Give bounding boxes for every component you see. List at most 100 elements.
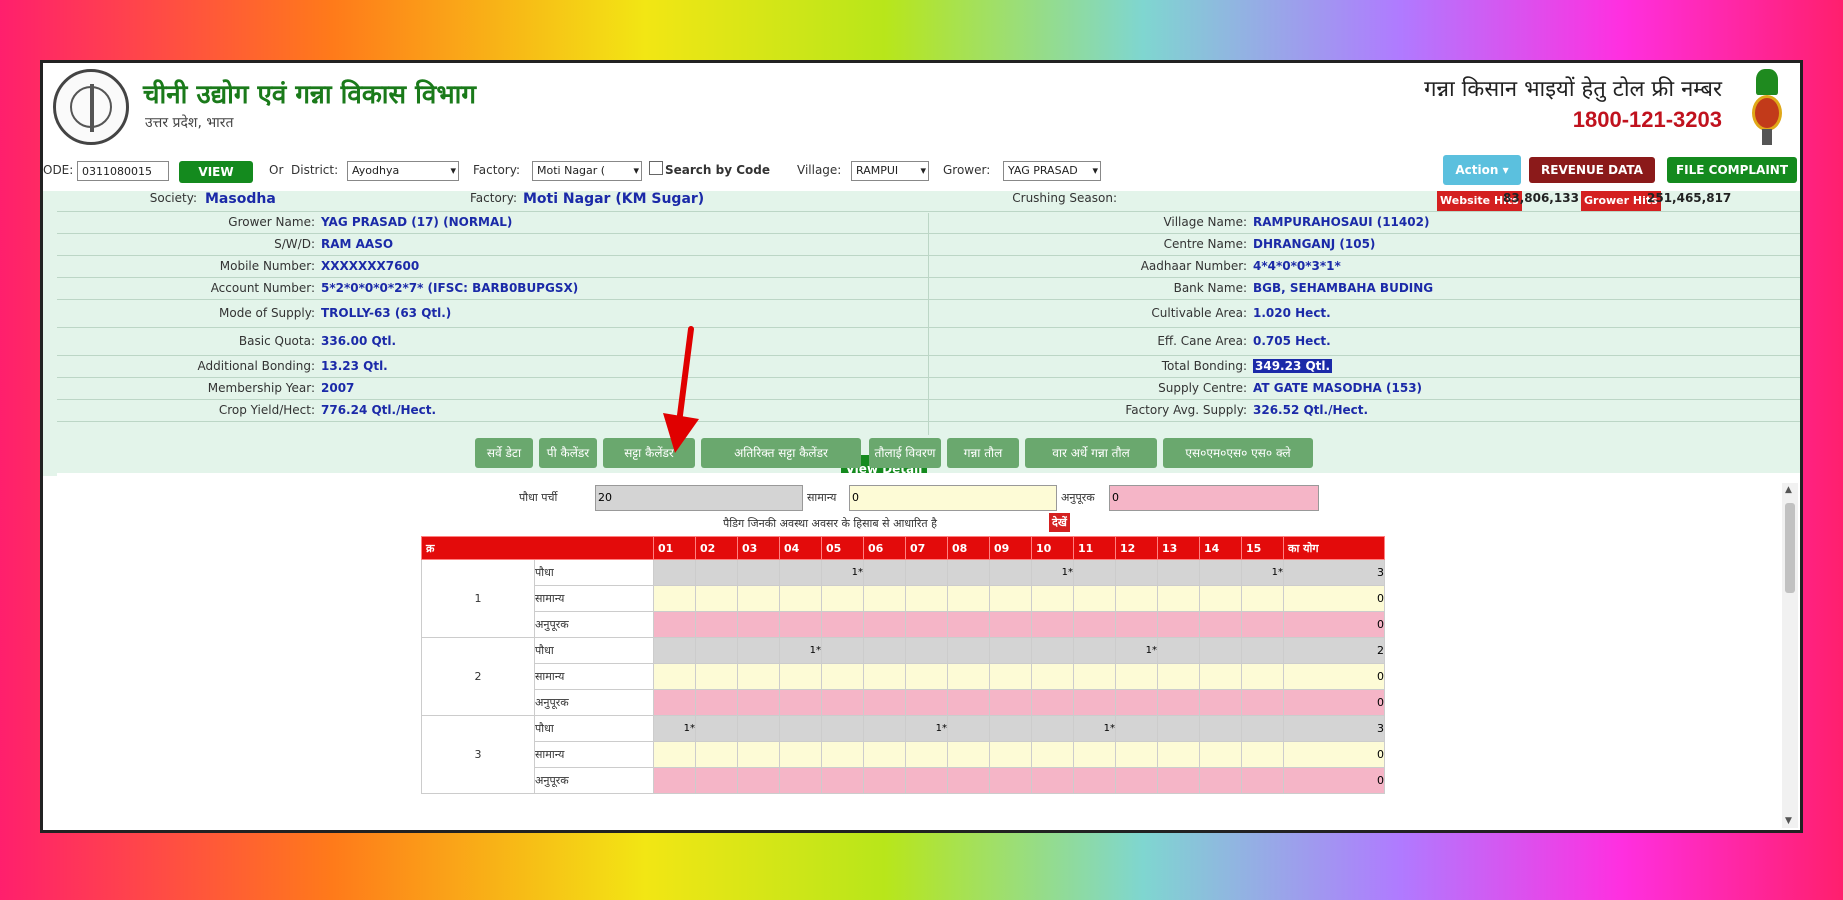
calendar-cell[interactable]	[1115, 767, 1158, 794]
calendar-cell[interactable]	[1241, 611, 1284, 638]
calendar-cell[interactable]	[863, 611, 906, 638]
calendar-cell[interactable]	[863, 663, 906, 690]
calendar-cell[interactable]	[653, 689, 696, 716]
calendar-cell[interactable]	[1031, 585, 1074, 612]
calendar-cell[interactable]	[821, 585, 864, 612]
calendar-cell[interactable]	[653, 559, 696, 586]
calendar-cell[interactable]	[779, 689, 822, 716]
calendar-cell[interactable]	[989, 611, 1032, 638]
calendar-cell[interactable]	[1115, 559, 1158, 586]
calendar-cell[interactable]	[1199, 637, 1242, 664]
calendar-cell[interactable]	[653, 663, 696, 690]
calendar-cell[interactable]	[989, 663, 1032, 690]
calendar-cell[interactable]	[1115, 689, 1158, 716]
note-badge[interactable]: देखें	[1049, 513, 1070, 532]
calendar-cell[interactable]	[1157, 585, 1200, 612]
calendar-cell[interactable]	[737, 585, 780, 612]
tab-item[interactable]: अतिरिक्त सट्टा कैलेंडर	[701, 438, 861, 468]
calendar-cell[interactable]	[905, 585, 948, 612]
calendar-cell[interactable]	[1073, 663, 1116, 690]
calendar-cell[interactable]	[779, 741, 822, 768]
search-by-code-checkbox[interactable]	[649, 161, 663, 175]
calendar-cell[interactable]	[653, 585, 696, 612]
calendar-cell[interactable]	[1241, 741, 1284, 768]
district-select[interactable]: Ayodhya	[347, 161, 459, 181]
calendar-cell[interactable]	[821, 767, 864, 794]
calendar-cell[interactable]	[1073, 611, 1116, 638]
calendar-cell[interactable]	[1157, 767, 1200, 794]
calendar-cell[interactable]	[779, 663, 822, 690]
calendar-cell[interactable]	[695, 741, 738, 768]
view-button[interactable]: VIEW	[179, 161, 253, 183]
calendar-cell[interactable]	[1031, 741, 1074, 768]
calendar-cell[interactable]	[821, 741, 864, 768]
calendar-cell[interactable]	[1241, 637, 1284, 664]
file-complaint-button[interactable]: FILE COMPLAINT	[1667, 157, 1797, 183]
calendar-cell[interactable]	[737, 637, 780, 664]
calendar-cell[interactable]: 1*	[1073, 715, 1116, 742]
calendar-cell[interactable]	[1157, 689, 1200, 716]
calendar-cell[interactable]	[779, 715, 822, 742]
total-general-field[interactable]: 0	[849, 485, 1057, 511]
calendar-cell[interactable]	[695, 715, 738, 742]
calendar-cell[interactable]	[989, 585, 1032, 612]
calendar-cell[interactable]	[1157, 741, 1200, 768]
calendar-cell[interactable]	[989, 637, 1032, 664]
calendar-cell[interactable]	[1031, 611, 1074, 638]
calendar-cell[interactable]	[1241, 715, 1284, 742]
content-scrollbar[interactable]: ▲ ▼	[1782, 483, 1798, 828]
calendar-cell[interactable]	[737, 663, 780, 690]
calendar-cell[interactable]	[1199, 689, 1242, 716]
calendar-cell[interactable]: 1*	[1241, 559, 1284, 586]
calendar-cell[interactable]	[695, 611, 738, 638]
calendar-cell[interactable]	[1115, 663, 1158, 690]
calendar-cell[interactable]	[1199, 663, 1242, 690]
calendar-cell[interactable]	[1031, 663, 1074, 690]
calendar-cell[interactable]	[1157, 715, 1200, 742]
calendar-cell[interactable]	[1157, 663, 1200, 690]
calendar-cell[interactable]	[737, 689, 780, 716]
calendar-cell[interactable]	[1199, 611, 1242, 638]
calendar-cell[interactable]	[1031, 715, 1074, 742]
calendar-cell[interactable]	[779, 611, 822, 638]
calendar-cell[interactable]: 1*	[905, 715, 948, 742]
calendar-cell[interactable]	[1241, 663, 1284, 690]
calendar-cell[interactable]	[695, 689, 738, 716]
calendar-cell[interactable]	[653, 637, 696, 664]
revenue-data-button[interactable]: REVENUE DATA	[1529, 157, 1655, 183]
calendar-cell[interactable]	[737, 559, 780, 586]
calendar-cell[interactable]	[1199, 715, 1242, 742]
calendar-cell[interactable]	[1157, 559, 1200, 586]
calendar-cell[interactable]	[779, 585, 822, 612]
calendar-cell[interactable]	[1073, 767, 1116, 794]
calendar-cell[interactable]	[863, 715, 906, 742]
calendar-cell[interactable]	[821, 663, 864, 690]
calendar-cell[interactable]	[905, 637, 948, 664]
calendar-cell[interactable]	[1031, 689, 1074, 716]
calendar-cell[interactable]	[821, 637, 864, 664]
calendar-cell[interactable]	[905, 767, 948, 794]
calendar-cell[interactable]	[947, 637, 990, 664]
calendar-cell[interactable]	[863, 637, 906, 664]
calendar-cell[interactable]	[863, 559, 906, 586]
calendar-cell[interactable]	[737, 611, 780, 638]
calendar-cell[interactable]	[653, 767, 696, 794]
calendar-cell[interactable]: 1*	[1031, 559, 1074, 586]
calendar-cell[interactable]	[1241, 767, 1284, 794]
calendar-cell[interactable]	[989, 741, 1032, 768]
calendar-cell[interactable]	[737, 715, 780, 742]
calendar-cell[interactable]	[1115, 585, 1158, 612]
calendar-cell[interactable]	[905, 663, 948, 690]
calendar-cell[interactable]	[1115, 715, 1158, 742]
calendar-cell[interactable]: 1*	[653, 715, 696, 742]
action-dropdown[interactable]: Action ▾	[1443, 155, 1521, 185]
calendar-cell[interactable]	[947, 585, 990, 612]
tab-item[interactable]: पी कैलेंडर	[539, 438, 597, 468]
calendar-cell[interactable]	[1199, 559, 1242, 586]
factory-select[interactable]: Moti Nagar (	[532, 161, 642, 181]
calendar-cell[interactable]	[863, 767, 906, 794]
calendar-cell[interactable]	[947, 715, 990, 742]
calendar-cell[interactable]	[779, 559, 822, 586]
calendar-cell[interactable]	[1241, 585, 1284, 612]
calendar-cell[interactable]	[947, 689, 990, 716]
